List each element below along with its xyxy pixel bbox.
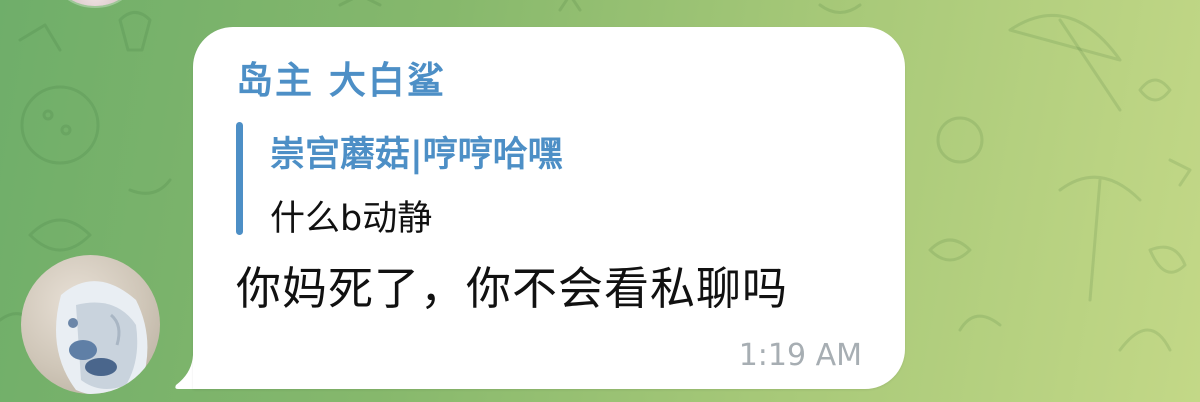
message-text: 你妈死了，你不会看私聊吗 bbox=[236, 262, 789, 315]
message-timestamp: 1:19 AM bbox=[738, 338, 862, 373]
sender-name[interactable]: 岛主 大白鲨 bbox=[236, 50, 446, 104]
reply-quote-bar bbox=[236, 122, 243, 235]
reply-text[interactable]: 什么b动静 bbox=[270, 190, 432, 241]
sender-avatar[interactable] bbox=[21, 255, 160, 394]
previous-message-avatar[interactable] bbox=[60, 0, 130, 6]
user-avatar-icon bbox=[56, 281, 148, 394]
reply-author[interactable]: 崇宫蘑菇|哼哼哈嘿 bbox=[270, 126, 563, 177]
